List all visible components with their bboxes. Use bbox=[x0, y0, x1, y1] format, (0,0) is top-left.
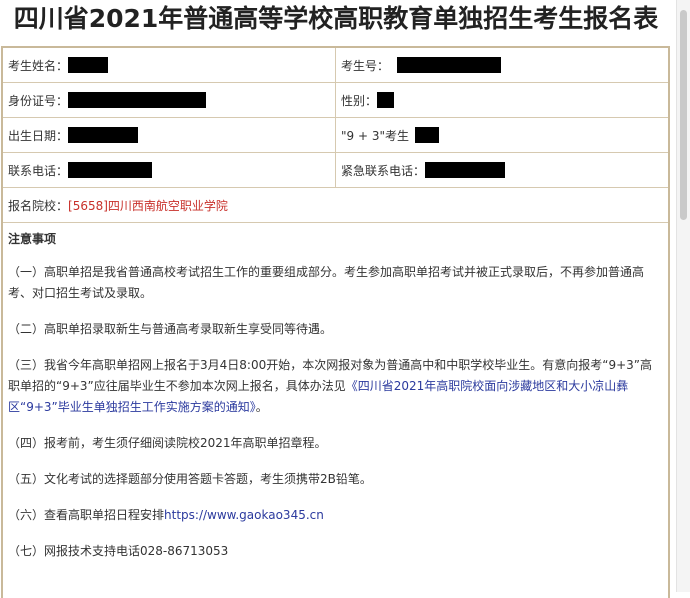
birth-redacted bbox=[68, 127, 139, 143]
birth-cell: 出生日期： bbox=[3, 118, 336, 152]
exam-no-cell: 考生号： bbox=[336, 48, 668, 82]
name-redacted bbox=[68, 57, 109, 73]
exam-no-redacted bbox=[397, 57, 502, 73]
id-redacted bbox=[68, 92, 207, 108]
name-label: 考生姓名： bbox=[8, 58, 69, 73]
form-row-id: 身份证号： 性别： bbox=[3, 83, 668, 118]
form-row-phone: 联系电话： 紧急联系电话： bbox=[3, 153, 668, 188]
school-value: [5658]四川西南航空职业学院 bbox=[68, 198, 228, 213]
notice-item-7: （七）网报技术支持电话028-86713053 bbox=[8, 544, 229, 558]
notice-item-6: （六）查看高职单招日程安排https://www.gaokao345.cn bbox=[8, 505, 663, 526]
vertical-scrollbar[interactable] bbox=[676, 0, 690, 592]
phone-label: 联系电话： bbox=[8, 163, 69, 178]
notice-item-3: （三）我省今年高职单招网上报名于3月4日8:00开始，本次网报对象为普通高中和中… bbox=[8, 355, 663, 418]
notice-section: 注意事项 （一）高职单招是我省普通高校考试招生工作的重要组成部分。考生参加高职单… bbox=[3, 223, 668, 562]
exam-no-label: 考生号： bbox=[341, 58, 390, 73]
phone-cell: 联系电话： bbox=[3, 153, 336, 187]
phone-redacted bbox=[68, 162, 153, 178]
emergency-redacted bbox=[425, 162, 506, 178]
school-label: 报名院校： bbox=[8, 198, 69, 213]
form-row-birth: 出生日期： "9 + 3"考生 bbox=[3, 118, 668, 153]
notice-item-1: （一）高职单招是我省普通高校考试招生工作的重要组成部分。考生参加高职单招考试并被… bbox=[8, 265, 645, 300]
gender-redacted bbox=[377, 92, 395, 108]
notice-item-4: （四）报考前，考生须仔细阅读院校2021年高职单招章程。 bbox=[8, 436, 327, 450]
notice-heading: 注意事项 bbox=[8, 232, 57, 246]
id-cell: 身份证号： bbox=[3, 83, 336, 117]
notice-item-3-end: 。 bbox=[255, 400, 268, 414]
school-cell: 报名院校： [5658]四川西南航空职业学院 bbox=[3, 188, 668, 222]
notice-item-5: （五）文化考试的选择题部分使用答题卡答题，考生须携带2B铅笔。 bbox=[8, 472, 372, 486]
gender-label: 性别： bbox=[341, 93, 378, 108]
nine-three-redacted bbox=[415, 127, 439, 143]
form-row-name: 考生姓名： 考生号： bbox=[3, 48, 668, 83]
notice-item-6-text: （六）查看高职单招日程安排 bbox=[8, 508, 165, 522]
emergency-cell: 紧急联系电话： bbox=[336, 153, 668, 187]
page-title: 四川省2021年普通高等学校高职教育单独招生考生报名表 bbox=[13, 4, 659, 33]
emergency-label: 紧急联系电话： bbox=[341, 163, 426, 178]
schedule-link[interactable]: https://www.gaokao345.cn bbox=[164, 508, 324, 522]
birth-label: 出生日期： bbox=[8, 128, 69, 143]
registration-form: 考生姓名： 考生号： 身份证号： 性别： 出生日期： "9 + 3"考生 联系电… bbox=[1, 46, 670, 598]
nine-three-label: "9 + 3"考生 bbox=[341, 128, 409, 143]
form-row-school: 报名院校： [5658]四川西南航空职业学院 bbox=[3, 188, 668, 223]
nine-three-cell: "9 + 3"考生 bbox=[336, 118, 668, 152]
scrollbar-thumb[interactable] bbox=[680, 10, 687, 220]
name-cell: 考生姓名： bbox=[3, 48, 336, 82]
id-label: 身份证号： bbox=[8, 93, 69, 108]
notice-item-2: （二）高职单招录取新生与普通高考录取新生享受同等待遇。 bbox=[8, 322, 333, 336]
gender-cell: 性别： bbox=[336, 83, 668, 117]
